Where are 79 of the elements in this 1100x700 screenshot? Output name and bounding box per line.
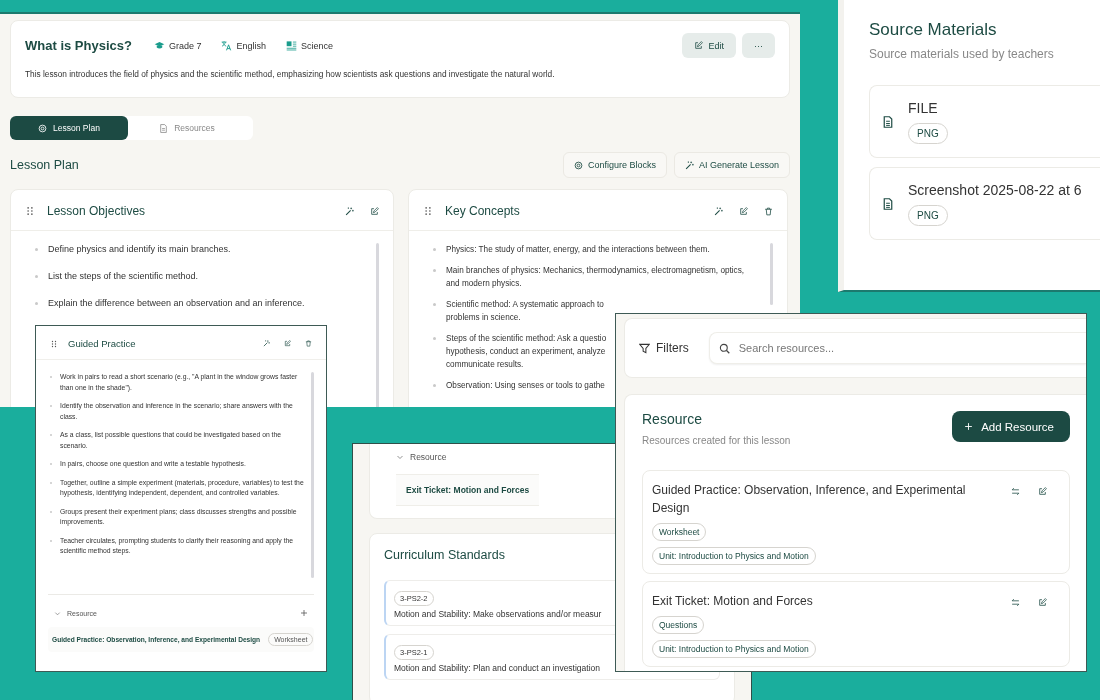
filters-button[interactable]: Filters — [639, 341, 699, 355]
edit-icon[interactable] — [284, 340, 291, 347]
magic-wand-icon[interactable] — [714, 206, 723, 216]
bullet-dot — [35, 302, 38, 305]
drag-handle-icon[interactable] — [423, 206, 433, 216]
magic-wand-icon — [684, 160, 694, 170]
search-field[interactable]: Search resources... — [708, 332, 1086, 364]
bullet-dot — [35, 248, 38, 251]
file-card[interactable]: Screenshot 2025-08-22 at 6 PNG — [869, 167, 1100, 240]
section-heading: Lesson Plan — [10, 158, 79, 172]
panel-title: Resource — [642, 411, 703, 427]
resource-title: Exit Ticket: Motion and Forces — [652, 593, 814, 610]
translate-icon — [221, 40, 233, 51]
bullet-dot — [35, 275, 38, 278]
ai-generate-button[interactable]: AI Generate Lesson — [673, 152, 790, 178]
card-title: Curriculum Standards — [384, 548, 505, 562]
resource-title: Guided Practice: Observation, Inference, and Experimental Design — [652, 482, 967, 517]
filter-icon — [639, 342, 650, 354]
block-title: Guided Practice — [68, 338, 136, 349]
bullet-dot — [433, 337, 436, 340]
section-label: Resource — [410, 452, 447, 462]
magic-wand-icon[interactable] — [263, 340, 270, 347]
file-card[interactable]: FILE PNG — [869, 85, 1100, 158]
edit-icon[interactable] — [1038, 487, 1047, 496]
list-item-text: Observation: Using senses or tools to gathe — [446, 380, 605, 392]
search-icon — [718, 343, 730, 354]
file-icon — [882, 197, 894, 210]
trash-icon[interactable] — [305, 340, 312, 347]
panel-subtitle: Source materials used by teachers — [869, 47, 1055, 61]
swap-arrows-icon[interactable] — [1011, 598, 1020, 607]
block-title: Lesson Objectives — [47, 204, 146, 218]
scrollbar — [770, 243, 773, 305]
tab[interactable]: Lesson Plan — [10, 116, 128, 140]
tab[interactable]: Resources — [128, 116, 246, 140]
graduation-cap-icon — [153, 40, 165, 51]
configure-blocks-button[interactable]: Configure Blocks — [562, 152, 667, 178]
target-icon — [38, 123, 48, 133]
panel-subtitle: Resources created for this lesson — [642, 435, 791, 446]
bullet-dot — [433, 269, 436, 272]
plus-icon — [964, 422, 974, 431]
book-list-icon — [286, 40, 297, 51]
list-item-text: Explain the difference between an observation and an inference. — [48, 297, 305, 309]
magic-wand-icon[interactable] — [345, 206, 354, 216]
block-title: Key Concepts — [445, 204, 520, 218]
resource-link[interactable]: Exit Ticket: Motion and Forces — [396, 474, 540, 506]
bullet-dot — [433, 303, 436, 306]
meta-label: Science — [301, 40, 333, 51]
document-icon — [159, 123, 169, 133]
edit-button[interactable]: Edit — [682, 33, 736, 58]
add-resource-button[interactable]: Add Resource — [952, 411, 1070, 442]
plus-icon[interactable] — [300, 609, 308, 617]
meta-label: English — [236, 40, 266, 51]
list-item-text: Steps of the scientific method: Ask a questio hypothesis, conduct an experiment, analyze communicate results. — [446, 333, 607, 371]
edit-icon — [694, 41, 704, 50]
more-button[interactable]: ··· — [742, 33, 775, 58]
lesson-description: This lesson introduces the field of physics and the scientific method, emphasizing how scientists ask questions and investigate the natural world. — [25, 69, 556, 79]
standard-text: Motion and Stability: Plan and conduct an investigation — [394, 663, 602, 673]
edit-icon[interactable] — [739, 206, 748, 216]
file-name: Screenshot 2025-08-22 at 6 — [908, 181, 1082, 198]
bullet-dot — [433, 248, 436, 251]
trash-icon[interactable] — [764, 206, 773, 216]
meta-label: Grade 7 — [168, 40, 202, 51]
list-item-text: Scientific method: A systematic approach to problems in science. — [446, 299, 604, 324]
file-icon — [882, 115, 894, 128]
file-name: FILE — [908, 99, 939, 116]
bullet-dot — [433, 384, 436, 387]
swap-arrows-icon[interactable] — [1011, 487, 1020, 496]
drag-handle-icon[interactable] — [25, 206, 35, 216]
target-icon — [573, 160, 583, 170]
panel-title: Source Materials — [869, 20, 998, 40]
drag-handle-icon[interactable] — [50, 339, 58, 348]
list-item-text: Physics: The study of matter, energy, and the interactions between them. — [446, 244, 710, 256]
edit-icon[interactable] — [1038, 598, 1047, 607]
list-item-text: Define physics and identify its main branches. — [48, 243, 231, 255]
lesson-title: What is Physics? — [25, 38, 132, 53]
list-item-text: List the steps of the scientific method. — [48, 270, 199, 282]
edit-icon[interactable] — [370, 206, 379, 216]
standard-text: Motion and Stability: Make observations and/or measur — [394, 609, 603, 619]
list-item-text: Main branches of physics: Mechanics, thermodynamics, electromagnetism, optics, and modern physics. — [446, 265, 745, 290]
